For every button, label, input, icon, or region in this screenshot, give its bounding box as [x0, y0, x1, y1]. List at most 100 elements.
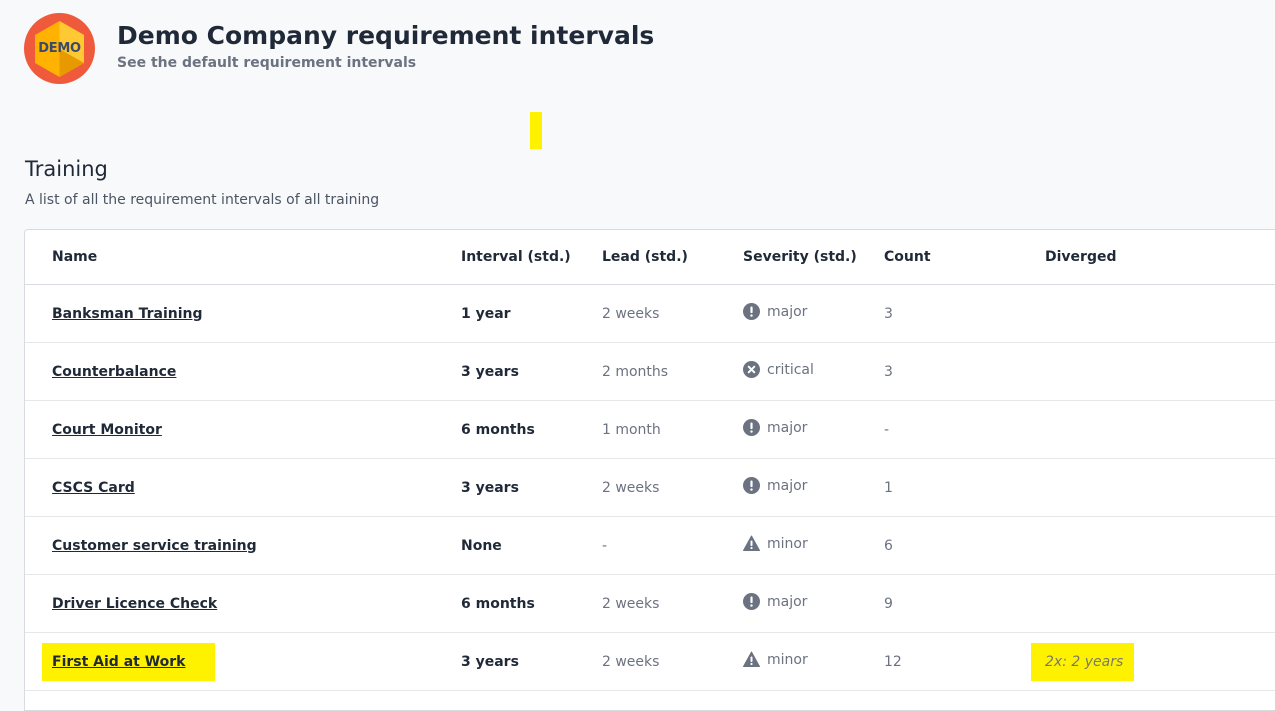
interval-value: 1 year: [461, 305, 511, 322]
exclamation-circle-icon: [743, 593, 767, 610]
row-diverged-cell: [1045, 342, 1275, 401]
row-interval-cell: 6 months: [461, 400, 602, 459]
page-subtitle: See the default requirement intervals: [117, 55, 417, 71]
lead-value: 2 weeks: [602, 595, 660, 612]
row-interval-cell: 1 year: [461, 284, 602, 343]
diverged-value: 2x: 2 years: [1031, 642, 1135, 681]
row-name-cell: Banksman Training: [25, 284, 461, 343]
row-highlight: First Aid at Work: [42, 642, 215, 681]
row-diverged-cell: [1045, 574, 1275, 633]
row-count-cell: 1: [884, 458, 1045, 517]
row-severity-cell: major: [743, 284, 884, 343]
table-row: Customer service training None - minor 6: [25, 516, 1275, 575]
exclamation-circle-icon: [743, 419, 767, 436]
row-lead-cell: 2 weeks: [602, 632, 743, 691]
column-header-lead[interactable]: Lead (std.): [602, 230, 743, 285]
count-value: 3: [884, 305, 893, 322]
table-row: Driver Licence Check 6 months 2 weeks major…: [25, 574, 1275, 633]
row-severity-cell: minor: [743, 516, 884, 575]
table-row: First Aid at Work 3 years 2 weeks minor 12 2x…: [25, 632, 1275, 691]
training-name-link[interactable]: Driver Licence Check: [52, 596, 217, 612]
lead-value: 2 weeks: [602, 305, 660, 322]
row-name-cell: Customer service training: [25, 516, 461, 575]
table-row: Court Monitor 6 months 1 month major -: [25, 400, 1275, 459]
severity-value: major: [767, 593, 808, 610]
x-circle-icon: [743, 361, 767, 378]
row-highlight: Customer service training: [52, 538, 257, 554]
row-highlight: Banksman Training: [52, 306, 203, 322]
row-interval-cell: 6 months: [461, 574, 602, 633]
row-diverged-cell: [1045, 284, 1275, 343]
row-interval-cell: 3 years: [461, 458, 602, 517]
row-count-cell: 9: [884, 574, 1045, 633]
training-name-link[interactable]: CSCS Card: [52, 480, 135, 496]
training-table: Name Interval (std.) Lead (std.) Severit…: [25, 230, 1275, 691]
interval-value: 6 months: [461, 595, 535, 612]
lead-value: 2 weeks: [602, 479, 660, 496]
training-name-link[interactable]: Court Monitor: [52, 422, 162, 438]
row-diverged-cell: [1045, 400, 1275, 459]
row-lead-cell: 2 weeks: [602, 574, 743, 633]
page-title: Demo Company requirement intervals: [117, 21, 655, 50]
severity-value: major: [767, 477, 808, 494]
interval-value: None: [461, 537, 502, 554]
interval-value: 3 years: [461, 363, 519, 380]
company-logo: DEMO: [24, 13, 95, 84]
row-name-cell: First Aid at Work: [25, 632, 461, 691]
row-count-cell: 6: [884, 516, 1045, 575]
exclamation-circle-icon: [743, 303, 767, 320]
row-diverged-cell: 2x: 2 years: [1031, 632, 1275, 691]
count-value: 12: [884, 653, 902, 670]
row-severity-cell: critical: [743, 342, 884, 401]
row-diverged-cell: [1045, 458, 1275, 517]
lead-value: -: [602, 537, 608, 554]
training-name-link[interactable]: Customer service training: [52, 538, 257, 554]
row-count-cell: -: [884, 400, 1045, 459]
column-header-name[interactable]: Name: [25, 230, 461, 285]
row-severity-cell: minor: [743, 632, 884, 691]
row-interval-cell: None: [461, 516, 602, 575]
row-severity-cell: major: [743, 458, 884, 517]
severity-value: minor: [767, 535, 808, 552]
exclamation-circle-icon: [743, 477, 767, 494]
column-header-interval[interactable]: Interval (std.): [461, 230, 602, 285]
row-count-cell: 12: [884, 632, 1045, 691]
training-name-link[interactable]: Counterbalance: [52, 364, 176, 380]
row-name-cell: Court Monitor: [25, 400, 461, 459]
count-value: 9: [884, 595, 893, 612]
row-lead-cell: 1 month: [602, 400, 743, 459]
lead-value: 2 weeks: [602, 653, 660, 670]
highlight-marker: [530, 112, 542, 149]
section-title: Training: [25, 157, 108, 181]
table-row: CSCS Card 3 years 2 weeks major 1: [25, 458, 1275, 517]
row-count-cell: 3: [884, 342, 1045, 401]
warning-triangle-icon: [743, 535, 767, 552]
row-lead-cell: -: [602, 516, 743, 575]
row-diverged-cell: [1045, 516, 1275, 575]
column-header-severity[interactable]: Severity (std.): [743, 230, 884, 285]
training-name-link[interactable]: Banksman Training: [52, 306, 203, 322]
count-value: 1: [884, 479, 893, 496]
column-header-diverged[interactable]: Diverged: [1045, 230, 1275, 285]
logo-text: DEMO: [38, 41, 81, 56]
row-highlight: Counterbalance: [52, 364, 176, 380]
section-description: A list of all the requirement intervals …: [25, 192, 380, 208]
table-row: Banksman Training 1 year 2 weeks major 3: [25, 284, 1275, 343]
interval-value: 3 years: [461, 479, 519, 496]
row-name-cell: Driver Licence Check: [25, 574, 461, 633]
row-name-cell: CSCS Card: [25, 458, 461, 517]
row-name-cell: Counterbalance: [25, 342, 461, 401]
count-value: -: [884, 421, 890, 438]
severity-value: minor: [767, 651, 808, 668]
warning-triangle-icon: [743, 651, 767, 668]
row-count-cell: 3: [884, 284, 1045, 343]
interval-value: 6 months: [461, 421, 535, 438]
column-header-count[interactable]: Count: [884, 230, 1045, 285]
training-name-link[interactable]: First Aid at Work: [52, 654, 186, 670]
lead-value: 1 month: [602, 421, 661, 438]
count-value: 6: [884, 537, 893, 554]
row-severity-cell: major: [743, 400, 884, 459]
lead-value: 2 months: [602, 363, 669, 380]
severity-value: major: [767, 303, 808, 320]
count-value: 3: [884, 363, 893, 380]
